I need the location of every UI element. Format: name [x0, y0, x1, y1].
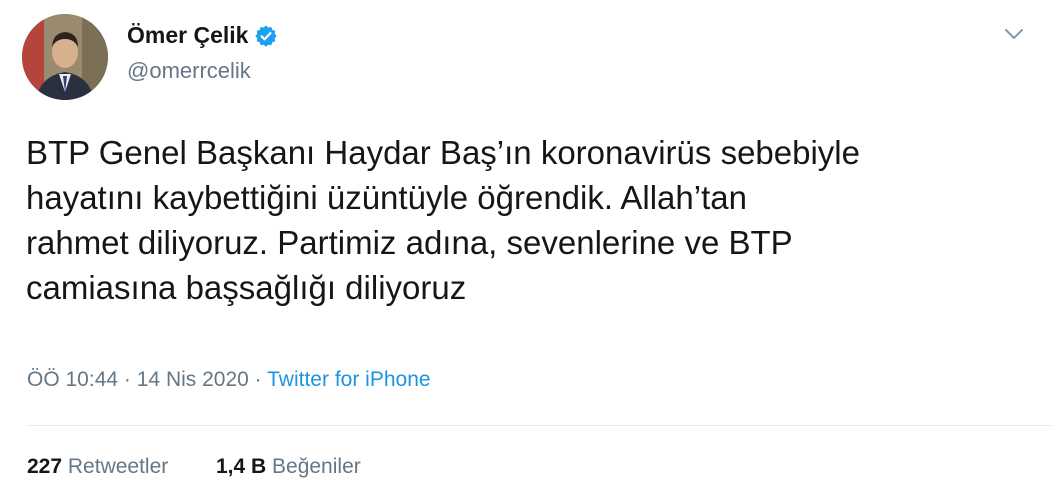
meta-separator: · [254, 368, 262, 391]
tweet-stats: 227 Retweetler 1,4 B Beğeniler [27, 455, 361, 479]
verified-badge-icon [255, 25, 278, 47]
user-handle[interactable]: @omerrcelik [127, 58, 251, 84]
tweet-metadata: ÖÖ 10:44 · 14 Nis 2020 · Twitter for iPh… [27, 368, 431, 392]
avatar-photo [22, 14, 108, 100]
retweets-stat[interactable]: 227 Retweetler [27, 455, 174, 478]
avatar[interactable] [22, 14, 108, 100]
retweets-count: 227 [27, 455, 63, 478]
tweet-card: Ömer Çelik @omerrcelik BTP Genel Başkanı… [0, 0, 1053, 485]
display-name[interactable]: Ömer Çelik [127, 22, 278, 49]
meta-separator: · [123, 368, 131, 391]
tweet-text: BTP Genel Başkanı Haydar Baş’ın koronavi… [26, 134, 860, 306]
divider [26, 425, 1053, 426]
chevron-down-icon[interactable] [1003, 26, 1025, 42]
display-name-text[interactable]: Ömer Çelik [127, 22, 248, 49]
likes-label: Beğeniler [272, 455, 361, 478]
likes-count: 1,4 B [215, 455, 267, 478]
tweet-date[interactable]: 14 Nis 2020 [137, 368, 249, 391]
retweets-label: Retweetler [67, 455, 169, 478]
tweet-source-link[interactable]: Twitter for iPhone [267, 368, 430, 391]
tweet-time[interactable]: ÖÖ 10:44 [27, 368, 118, 391]
likes-stat[interactable]: 1,4 B Beğeniler [216, 455, 361, 478]
